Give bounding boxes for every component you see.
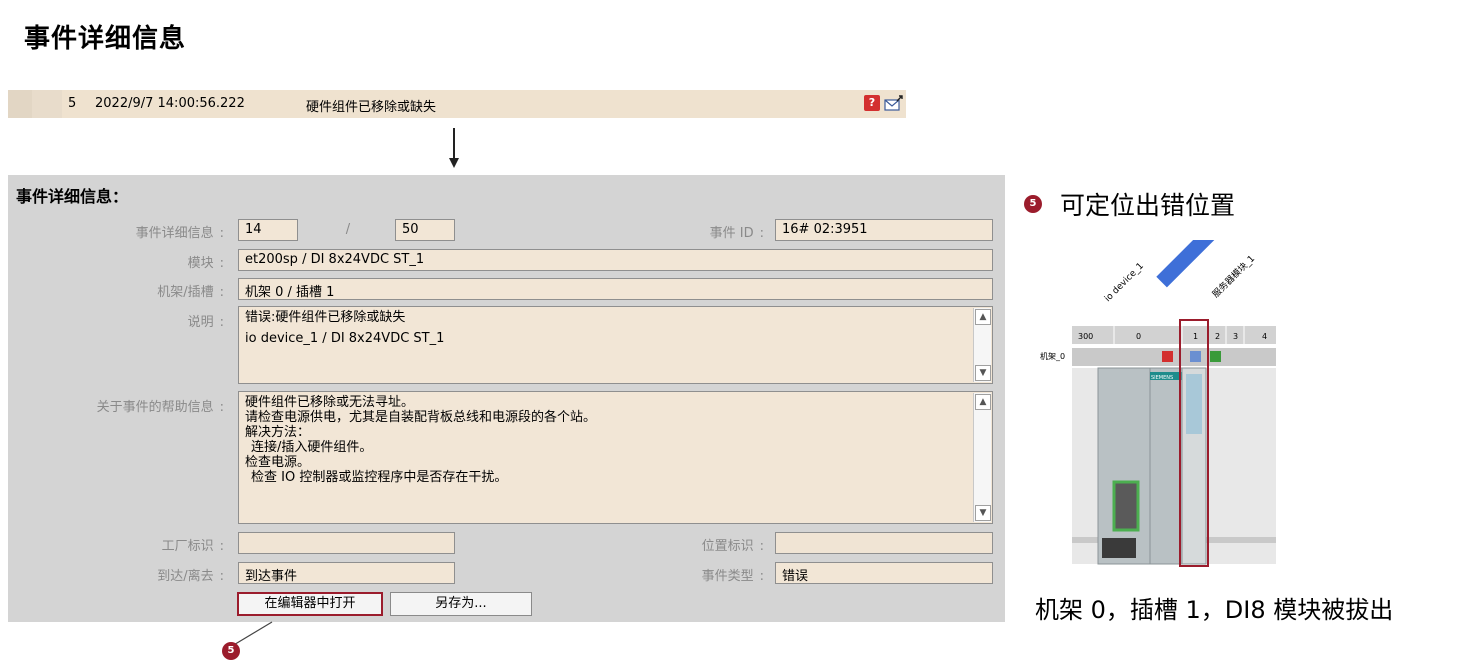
row-cell-icon (8, 90, 32, 118)
label-explanation: 说明: (187, 315, 224, 330)
scrollbar[interactable]: ▲ ▼ (973, 308, 991, 382)
module-status-icon (1190, 351, 1201, 362)
event-row[interactable]: 5 2022/9/7 14:00:56.222 硬件组件已移除或缺失 ? (8, 90, 906, 118)
label-location-id: 位置标识: (701, 539, 764, 554)
module-field[interactable]: et200sp / DI 8x24VDC ST_1 (238, 249, 993, 271)
help-line: 检查电源。 (245, 455, 311, 470)
mail-icon (884, 95, 903, 111)
help-line: 请检查电源供电，尤其是自装配背板总线和电源段的各个站。 (245, 410, 597, 425)
rack-label: 机架_0 (1040, 351, 1065, 361)
label-event-id: 事件 ID: (709, 226, 764, 241)
slot-number: 0 (1136, 332, 1141, 341)
event-description: 硬件组件已移除或缺失 (306, 100, 437, 115)
help-line: 硬件组件已移除或无法寻址。 (245, 395, 415, 410)
plant-id-field[interactable] (238, 532, 455, 554)
ok-icon (1210, 351, 1221, 362)
down-arrow-icon (449, 128, 459, 168)
label-plant-id: 工厂标识: (161, 539, 224, 554)
event-number: 5 (68, 96, 77, 111)
event-timestamp: 2022/9/7 14:00:56.222 (95, 96, 245, 111)
explanation-textarea[interactable]: 错误:硬件组件已移除或缺失 io device_1 / DI 8x24VDC S… (238, 306, 993, 384)
event-details-panel: 事件详细信息： 事件详细信息: 14 / 50 事件 ID: 16# 02:39… (8, 175, 1005, 622)
error-icon (1162, 351, 1173, 362)
scroll-down-icon[interactable]: ▼ (975, 505, 991, 521)
open-in-editor-button[interactable]: 在编辑器中打开 (237, 592, 383, 616)
scrollbar[interactable]: ▲ ▼ (973, 393, 991, 522)
slot-header (1072, 326, 1276, 344)
slot-number: 4 (1262, 332, 1267, 341)
rack-slot-field[interactable]: 机架 0 / 插槽 1 (238, 278, 993, 300)
location-id-field[interactable] (775, 532, 993, 554)
explanation-line: 错误:硬件组件已移除或缺失 (245, 310, 406, 325)
heading-badge: 5 (1024, 195, 1042, 213)
page-title: 事件详细信息 (24, 24, 187, 54)
index-separator: / (345, 222, 351, 237)
callout-badge: 5 (222, 642, 240, 660)
label-module: 模块: (187, 256, 224, 271)
rack-caption: 机架 0，插槽 1，DI8 模块被拔出 (1035, 596, 1394, 624)
device-label: io device_1 (1103, 261, 1146, 304)
repair-icon: ? (864, 95, 880, 111)
help-line: 解决方法： (245, 425, 311, 440)
event-type-field[interactable]: 错误 (775, 562, 993, 584)
slot-number: 300 (1078, 332, 1093, 341)
arrive-leave-field[interactable]: 到达事件 (238, 562, 455, 584)
di-terminal (1186, 374, 1202, 434)
module-label-highlight (1156, 225, 1218, 288)
scroll-down-icon[interactable]: ▼ (975, 365, 991, 381)
label-event-type: 事件类型: (701, 569, 764, 584)
locate-error-heading: 可定位出错位置 (1060, 191, 1236, 220)
scroll-up-icon[interactable]: ▲ (975, 394, 991, 410)
event-total-field[interactable]: 50 (395, 219, 455, 241)
slot-number: 3 (1233, 332, 1238, 341)
event-id-field[interactable]: 16# 02:3951 (775, 219, 993, 241)
rack-diagram: io device_1 DI 8x24VDC ST_1 服务器模块_1 300 … (1040, 225, 1276, 567)
interface-module (1097, 367, 1151, 565)
slot-number: 1 (1193, 332, 1198, 341)
slot-number: 2 (1215, 332, 1220, 341)
help-textarea[interactable]: 硬件组件已移除或无法寻址。 请检查电源供电，尤其是自装配背板总线和电源段的各个站… (238, 391, 993, 524)
explanation-line: io device_1 / DI 8x24VDC ST_1 (245, 331, 445, 346)
event-index-field[interactable]: 14 (238, 219, 298, 241)
label-arrive-leave: 到达/离去: (157, 569, 224, 584)
head-module (1149, 367, 1183, 565)
row-cell-status (32, 90, 62, 118)
brand-text: SIEMENS (1151, 375, 1173, 381)
label-rack-slot: 机架/插槽: (157, 285, 224, 300)
panel-title: 事件详细信息： (16, 187, 129, 206)
scroll-up-icon[interactable]: ▲ (975, 309, 991, 325)
rack-row (1072, 348, 1276, 366)
label-help: 关于事件的帮助信息: (96, 400, 224, 415)
help-line: 检查 IO 控制器或监控程序中是否存在干扰。 (251, 470, 508, 485)
label-event-detail: 事件详细信息: (135, 226, 224, 241)
power-connector (1102, 538, 1136, 558)
save-as-button[interactable]: 另存为... (390, 592, 532, 616)
rack-view[interactable]: io device_1 DI 8x24VDC ST_1 服务器模块_1 300 … (1040, 225, 1290, 570)
help-line: 连接/插入硬件组件。 (251, 440, 373, 455)
ethernet-ports (1112, 480, 1140, 532)
